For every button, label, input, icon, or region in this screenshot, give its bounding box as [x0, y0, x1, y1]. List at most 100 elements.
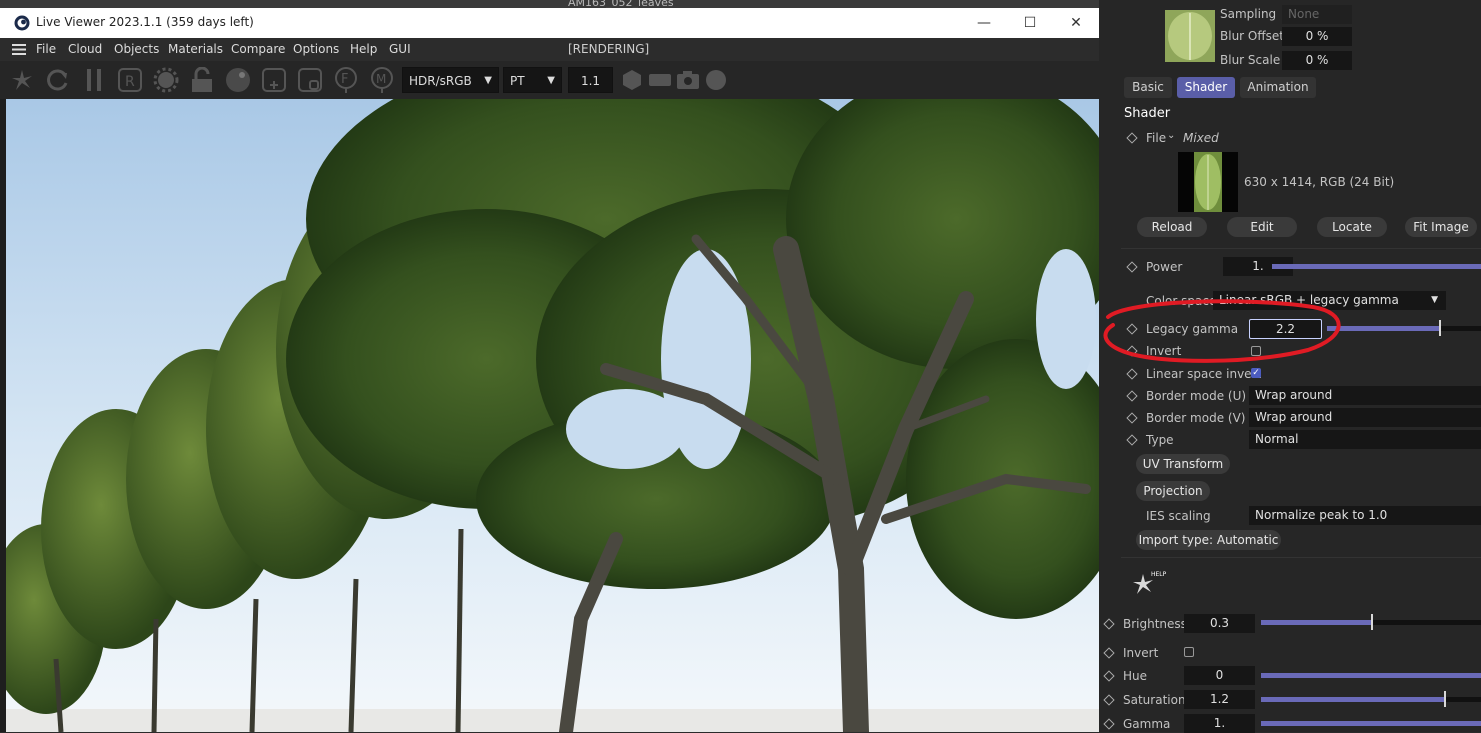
live-viewer-window: Live Viewer 2023.1.1 (359 days left) — ☐… [0, 8, 1099, 732]
edit-button[interactable]: Edit [1227, 217, 1297, 237]
ies-scaling-dropdown[interactable]: Normalize peak to 1.0 [1249, 506, 1481, 525]
keyframe-diamond-icon[interactable] [1126, 368, 1138, 380]
color-space-label: Color space [1146, 294, 1217, 308]
color-space-value: HDR/sRGB [409, 74, 472, 88]
color-space-dropdown[interactable]: Linear sRGB + legacy gamma ▼ [1213, 291, 1446, 310]
keyframe-diamond-icon[interactable] [1103, 647, 1115, 659]
menu-materials[interactable]: Materials [168, 42, 223, 56]
region-render-icon[interactable]: R [115, 65, 145, 95]
render-viewport[interactable] [6, 99, 1099, 732]
menu-file[interactable]: File [36, 42, 56, 56]
pause-icon[interactable] [79, 65, 109, 95]
kernel-select[interactable]: PT ▼ [503, 67, 562, 93]
blur-offset-field[interactable]: 0 % [1282, 27, 1352, 46]
window-title: Live Viewer 2023.1.1 (359 days left) [36, 15, 254, 29]
ies-scaling-label: IES scaling [1146, 509, 1211, 523]
hue-field[interactable]: 0 [1184, 666, 1255, 685]
menu-cloud[interactable]: Cloud [68, 42, 102, 56]
power-slider-fill [1272, 264, 1481, 269]
octane-help-icon[interactable]: HELP [1129, 568, 1169, 604]
keyframe-diamond-icon[interactable] [1126, 345, 1138, 357]
locate-button[interactable]: Locate [1317, 217, 1387, 237]
linear-invert-label: Linear space invert [1146, 367, 1262, 381]
section-title: Shader [1124, 106, 1171, 121]
toolbar: R F M HDR/sRGB ▼ PT ▼ 1.1 [0, 61, 1099, 99]
type-label: Type [1146, 433, 1174, 447]
keyframe-diamond-icon[interactable] [1126, 390, 1138, 402]
record-circle-icon[interactable] [701, 65, 731, 95]
render-status: [RENDERING] [568, 42, 650, 56]
material-pick-icon[interactable]: M [367, 65, 397, 95]
film-region-icon[interactable] [645, 65, 675, 95]
border-v-label: Border mode (V) [1146, 411, 1246, 425]
keyframe-diamond-icon[interactable] [1126, 434, 1138, 446]
linear-invert-checkbox[interactable]: ✓ [1251, 368, 1261, 378]
keyframe-diamond-icon[interactable] [1103, 618, 1115, 630]
camera-icon[interactable] [673, 65, 703, 95]
chevron-down-icon[interactable]: ⌄ [1167, 130, 1175, 141]
invert-checkbox[interactable] [1251, 346, 1261, 356]
uv-transform-button[interactable]: UV Transform [1136, 454, 1230, 474]
texture-preview [1178, 152, 1238, 212]
gamma-field[interactable]: 1. [1184, 714, 1255, 733]
saturation-label: Saturation [1123, 693, 1186, 707]
keyframe-diamond-icon[interactable] [1103, 694, 1115, 706]
menu-bar: File Cloud Objects Materials Compare Opt… [0, 38, 1099, 61]
maximize-button[interactable]: ☐ [1007, 8, 1053, 38]
menu-options[interactable]: Options [293, 42, 339, 56]
legacy-gamma-field[interactable]: 2.2 [1249, 319, 1322, 339]
hexagon-icon[interactable] [617, 65, 647, 95]
settings-gear-icon[interactable] [151, 65, 181, 95]
material-ball-icon[interactable] [223, 65, 253, 95]
zoom-field[interactable]: 1.1 [568, 67, 613, 93]
tab-animation[interactable]: Animation [1240, 77, 1316, 98]
divider [1121, 248, 1481, 249]
octane-logo-icon[interactable] [7, 65, 37, 95]
focus-pick-icon[interactable]: F [331, 65, 361, 95]
saturation-slider-handle[interactable] [1444, 691, 1446, 707]
sampling-select[interactable]: None [1282, 5, 1352, 24]
svg-text:F: F [341, 72, 348, 87]
keyframe-diamond-icon[interactable] [1126, 132, 1138, 144]
kernel-value: PT [510, 74, 525, 88]
keyframe-diamond-icon[interactable] [1103, 670, 1115, 682]
zoom-value: 1.1 [580, 74, 601, 88]
restart-render-icon[interactable] [43, 65, 73, 95]
menu-objects[interactable]: Objects [114, 42, 159, 56]
keyframe-diamond-icon[interactable] [1126, 323, 1138, 335]
saturation-field[interactable]: 1.2 [1184, 690, 1255, 709]
reload-button[interactable]: Reload [1137, 217, 1207, 237]
chevron-down-icon: ▼ [1431, 295, 1438, 305]
gamma-label: Gamma [1123, 717, 1171, 731]
keyframe-diamond-icon[interactable] [1126, 261, 1138, 273]
border-u-dropdown[interactable]: Wrap around [1249, 386, 1481, 405]
file-label: File [1146, 131, 1167, 145]
keyframe-diamond-icon[interactable] [1103, 718, 1115, 730]
invert2-checkbox[interactable] [1184, 647, 1194, 657]
import-type-button[interactable]: Import type: Automatic [1136, 530, 1281, 550]
border-v-dropdown[interactable]: Wrap around [1249, 408, 1481, 427]
lock-icon[interactable] [187, 65, 217, 95]
menu-gui[interactable]: GUI [389, 42, 411, 56]
brightness-slider-handle[interactable] [1371, 614, 1373, 630]
menu-compare[interactable]: Compare [231, 42, 285, 56]
hamburger-menu-icon[interactable] [12, 44, 26, 55]
close-button[interactable]: ✕ [1053, 8, 1099, 38]
keyframe-diamond-icon[interactable] [1126, 412, 1138, 424]
add-region-icon[interactable] [259, 65, 289, 95]
fit-image-button[interactable]: Fit Image [1405, 217, 1477, 237]
tab-shader[interactable]: Shader [1177, 77, 1235, 98]
brightness-slider-fill [1261, 620, 1371, 625]
legacy-gamma-slider-handle[interactable] [1439, 320, 1441, 336]
brightness-field[interactable]: 0.3 [1184, 614, 1255, 633]
blur-scale-field[interactable]: 0 % [1282, 51, 1352, 70]
type-dropdown[interactable]: Normal [1249, 430, 1481, 449]
menu-help[interactable]: Help [350, 42, 377, 56]
projection-button[interactable]: Projection [1136, 481, 1210, 501]
tab-basic[interactable]: Basic [1124, 77, 1172, 98]
color-space-select[interactable]: HDR/sRGB ▼ [402, 67, 499, 93]
minimize-button[interactable]: — [961, 8, 1007, 38]
clay-mode-icon[interactable] [295, 65, 325, 95]
svg-text:M: M [376, 72, 386, 86]
brightness-label: Brightness [1123, 617, 1187, 631]
